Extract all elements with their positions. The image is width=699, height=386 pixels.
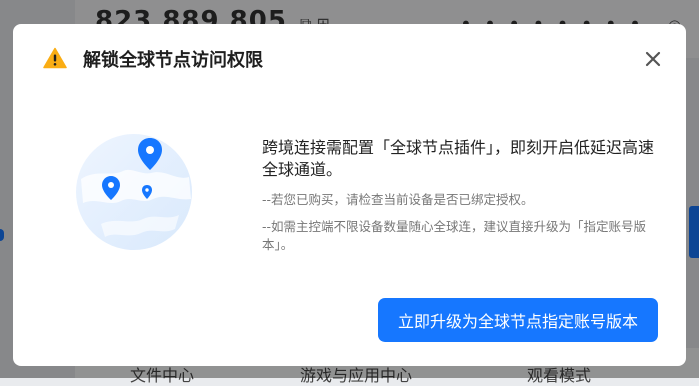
upgrade-note: --如需主控端不限设备数量随心全球连，建议直接升级为「指定账号版本」。	[262, 219, 647, 252]
upgrade-button[interactable]: 立即升级为全球节点指定账号版本	[378, 298, 658, 342]
dialog-content: 跨境连接需配置「全球节点插件」，即刻开启低延迟高速全球通道。 --若您已购买，请…	[262, 137, 662, 254]
globe-illustration	[76, 134, 192, 250]
purchased-note: --若您已购买，请检查当前设备是否已绑定授权。	[262, 192, 534, 207]
warning-triangle-icon	[43, 47, 67, 69]
close-icon[interactable]	[642, 48, 664, 70]
dialog-title: 解锁全球节点访问权限	[83, 50, 263, 71]
unlock-dialog: 解锁全球节点访问权限 跨境连接需配置「全球节点插件」，即刻开启低延迟高速全球通道…	[13, 24, 686, 366]
dialog-message: 跨境连接需配置「全球节点插件」，即刻开启低延迟高速全球通道。	[262, 138, 655, 179]
